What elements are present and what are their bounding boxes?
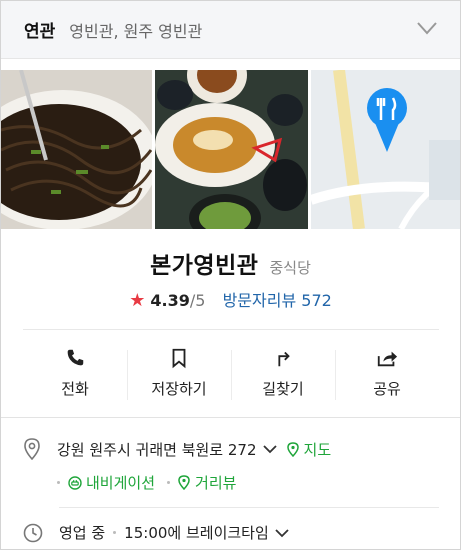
- photo-map-thumbnail[interactable]: [310, 70, 460, 229]
- street-view-icon: [178, 475, 190, 490]
- photo-noodles[interactable]: [1, 70, 153, 229]
- bullet-dot: [167, 481, 171, 484]
- share-label: 공유: [373, 380, 401, 398]
- business-hours-row[interactable]: 영업 중 15:00에 브레이크타임: [23, 522, 299, 543]
- directions-icon: [278, 351, 290, 367]
- star-icon: ★: [129, 290, 146, 311]
- save-label: 저장하기: [151, 380, 207, 398]
- share-icon: [377, 351, 398, 367]
- map-pin-icon: [286, 441, 299, 457]
- chevron-down-icon[interactable]: [262, 444, 277, 454]
- map-link[interactable]: 지도: [286, 439, 332, 460]
- navigation-label: 내비게이션: [86, 474, 156, 492]
- navigation-link[interactable]: 내비게이션: [68, 472, 155, 493]
- phone-icon: [67, 349, 84, 366]
- bullet-dot: [113, 531, 117, 534]
- share-button[interactable]: 공유: [335, 330, 439, 415]
- related-bar[interactable]: 연관 영빈관, 원주 영빈관: [1, 1, 460, 59]
- rating-value: 4.39: [150, 291, 190, 310]
- save-button[interactable]: 저장하기: [127, 330, 231, 415]
- clock-icon: [23, 523, 43, 542]
- street-view-link[interactable]: 거리뷰: [178, 472, 236, 493]
- location-pin-icon: [24, 438, 40, 460]
- divider: [1, 417, 460, 418]
- call-button[interactable]: 전화: [23, 330, 127, 415]
- call-label: 전화: [61, 380, 89, 398]
- directions-button[interactable]: 길찾기: [231, 330, 335, 415]
- open-status: 영업 중: [59, 524, 106, 542]
- chevron-down-icon[interactable]: [275, 528, 289, 538]
- visitor-reviews-link[interactable]: 방문자리뷰 572: [223, 291, 332, 310]
- action-bar: 전화 저장하기 길찾기 공유: [23, 329, 439, 415]
- car-icon: [68, 475, 82, 490]
- address-section: 강원 원주시 귀래면 북원로 272 지도 내비게이션 거리뷰: [23, 438, 443, 493]
- street-view-label: 거리뷰: [195, 474, 237, 492]
- chevron-down-icon[interactable]: [416, 20, 438, 36]
- related-keywords[interactable]: 영빈관, 원주 영빈관: [69, 18, 202, 42]
- rating-max: /5: [189, 291, 206, 310]
- map-label: 지도: [303, 440, 332, 459]
- photo-table-dishes[interactable]: [155, 70, 308, 229]
- directions-label: 길찾기: [262, 380, 304, 398]
- place-name: 본가영빈관: [150, 253, 259, 279]
- bookmark-icon: [172, 348, 186, 369]
- place-title-row: 본가영빈관 중식당: [1, 246, 460, 280]
- place-panel: 연관 영빈관, 원주 영빈관 본가영빈관 중식당 ★ 4.39/5 방문자리뷰 …: [0, 0, 461, 550]
- place-category: 중식당: [269, 259, 311, 277]
- hours-detail: 15:00에 브레이크타임: [124, 524, 269, 542]
- rating-row: ★ 4.39/5 방문자리뷰 572: [1, 287, 460, 311]
- related-label: 연관: [24, 22, 56, 42]
- divider: [59, 507, 439, 508]
- photo-strip[interactable]: [1, 70, 460, 229]
- address-text[interactable]: 강원 원주시 귀래면 북원로 272: [57, 439, 257, 460]
- bullet-dot: [57, 481, 60, 484]
